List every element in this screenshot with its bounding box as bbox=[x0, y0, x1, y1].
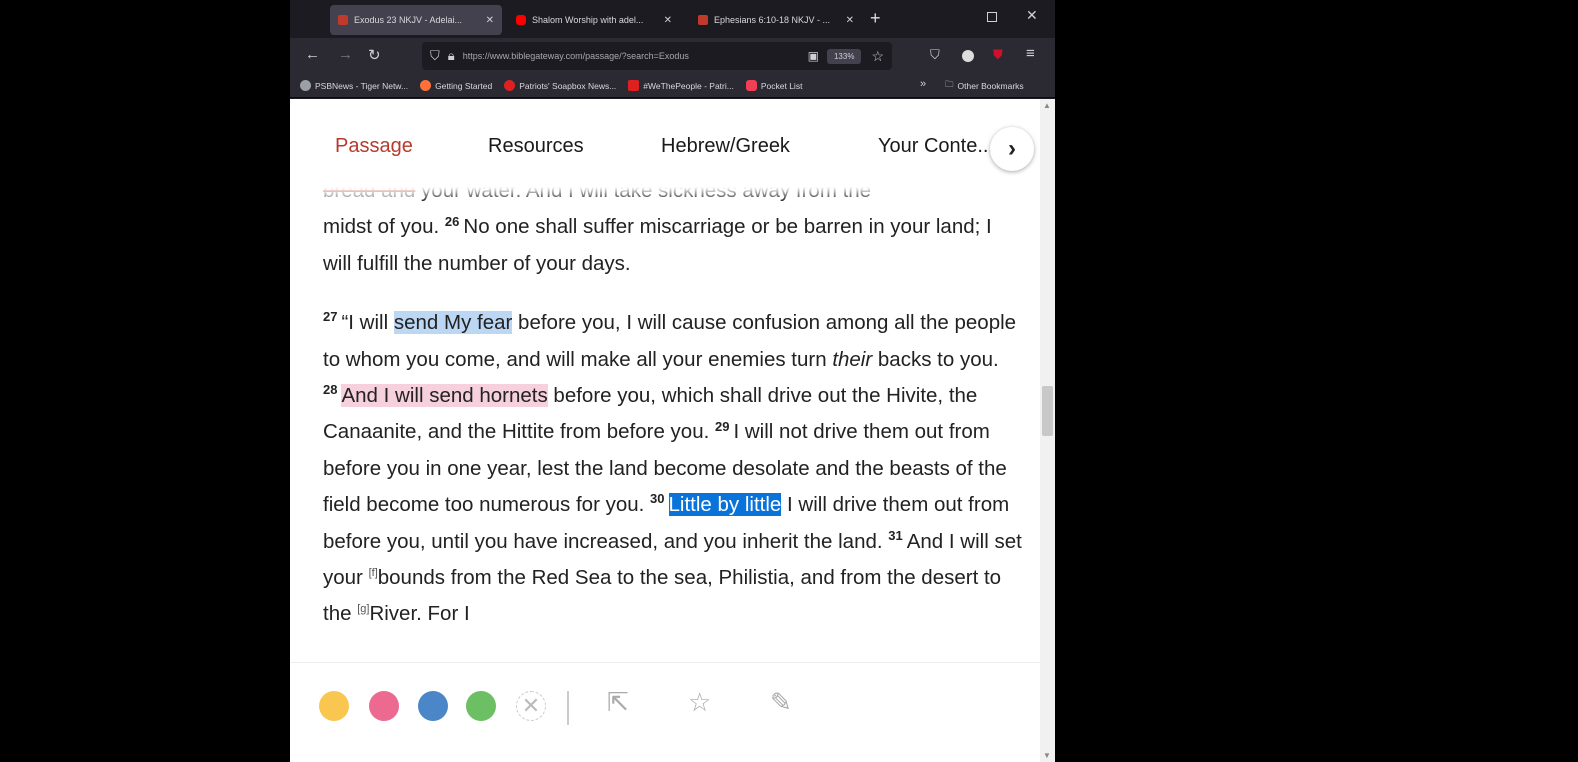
browser-tab-ephesians[interactable]: Ephesians 6:10-18 NKJV - ... ✕ bbox=[690, 5, 862, 35]
other-bookmarks-label: Other Bookmarks bbox=[957, 81, 1024, 91]
scrollbar-thumb[interactable] bbox=[1042, 386, 1053, 436]
bookmark-label: Pocket List bbox=[760, 80, 803, 91]
profile-avatar-icon[interactable] bbox=[962, 50, 974, 62]
close-tab-icon[interactable]: ✕ bbox=[846, 15, 854, 26]
tab-resources[interactable]: Resources bbox=[488, 135, 584, 158]
bookmarks-toolbar: PSBNews - Tiger Netw... Getting Started … bbox=[290, 74, 1055, 98]
italic-word: their bbox=[832, 347, 873, 371]
highlight-green-button[interactable] bbox=[466, 691, 496, 721]
paragraph: 27 “I will send My fear before you, I wil… bbox=[323, 305, 1023, 633]
tab-your-content[interactable]: Your Conte... bbox=[878, 135, 994, 158]
hamburger-menu-icon[interactable]: ≡ bbox=[1026, 45, 1035, 62]
back-button[interactable]: ← bbox=[305, 46, 320, 63]
tab-title: Exodus 23 NKJV - Adelai... bbox=[354, 15, 463, 25]
folder-icon: 🗀︎ bbox=[945, 79, 954, 89]
verse-text: backs to you. bbox=[872, 347, 999, 371]
bookmark-item[interactable]: Pocket List bbox=[745, 80, 803, 91]
verse-number[interactable]: 28 bbox=[323, 382, 337, 397]
bookmark-item[interactable]: #WeThePeople - Patri... bbox=[628, 80, 734, 91]
share-icon[interactable]: ⇱ bbox=[607, 687, 629, 718]
verse-text: River. For I bbox=[369, 602, 470, 626]
forward-button[interactable]: → bbox=[338, 46, 353, 63]
highlight-pink-button[interactable] bbox=[369, 691, 399, 721]
new-tab-button[interactable]: + bbox=[870, 8, 881, 29]
bookmark-favicon-icon bbox=[628, 80, 640, 91]
passage-subnav: Passage Resources Hebrew/Greek Your Cont… bbox=[290, 99, 1040, 187]
footnote-link[interactable]: [f] bbox=[369, 567, 378, 579]
tracking-protection-icon[interactable]: ⛉ bbox=[430, 48, 440, 64]
highlight-toolbar: ✕ ⇱ ☆ ✎ bbox=[290, 662, 1040, 762]
tab-title: Ephesians 6:10-18 NKJV - ... bbox=[714, 15, 831, 25]
bookmark-star-icon[interactable]: ☆ bbox=[871, 48, 884, 65]
blue-highlight[interactable]: send My fear bbox=[393, 311, 513, 335]
selected-text[interactable]: Little by little bbox=[668, 493, 782, 517]
bookmark-label: #WeThePeople - Patri... bbox=[643, 80, 734, 91]
verse-number[interactable]: 26 bbox=[445, 214, 459, 229]
tab-strip: Exodus 23 NKJV - Adelai... ✕ Shalom Wors… bbox=[290, 0, 1055, 38]
chevron-right-icon: › bbox=[1008, 135, 1016, 162]
clear-highlight-button[interactable]: ✕ bbox=[516, 691, 546, 721]
zoom-level-badge[interactable]: 133% bbox=[826, 48, 862, 64]
bookmark-item[interactable]: PSBNews - Tiger Netw... bbox=[300, 80, 408, 91]
footnote-link[interactable]: [g] bbox=[357, 604, 369, 616]
bookmark-label: PSBNews - Tiger Netw... bbox=[315, 80, 409, 91]
url-text[interactable]: https://www.biblegateway.com/passage/?se… bbox=[463, 51, 800, 61]
passage-text: bread and your water. And I will take si… bbox=[323, 173, 1023, 656]
web-page: Passage Resources Hebrew/Greek Your Cont… bbox=[290, 99, 1055, 762]
maximize-window-button[interactable] bbox=[987, 12, 997, 22]
bookmark-label: Getting Started bbox=[435, 80, 493, 91]
browser-window: Exodus 23 NKJV - Adelai... ✕ Shalom Wors… bbox=[290, 0, 1055, 762]
scroll-fade bbox=[290, 187, 1040, 201]
youtube-favicon-icon bbox=[516, 15, 526, 25]
bookmark-favicon-icon bbox=[504, 80, 516, 91]
toolbar-divider bbox=[567, 691, 569, 725]
tab-hebrew-greek[interactable]: Hebrew/Greek bbox=[661, 135, 790, 158]
star-icon[interactable]: ☆ bbox=[688, 687, 711, 718]
verse-number[interactable]: 30 bbox=[650, 491, 664, 506]
bookmark-favicon-icon bbox=[300, 80, 311, 91]
subnav-next-button[interactable]: › bbox=[990, 127, 1034, 171]
pink-highlight[interactable]: And I will send hornets bbox=[341, 384, 548, 408]
bookmarks-overflow-button[interactable]: » bbox=[920, 78, 926, 90]
close-tab-icon[interactable]: ✕ bbox=[664, 15, 672, 26]
scroll-down-arrow-icon[interactable]: ▼ bbox=[1043, 751, 1051, 760]
edit-note-icon[interactable]: ✎ bbox=[770, 687, 792, 718]
close-window-button[interactable]: ✕ bbox=[1026, 7, 1038, 24]
vertical-scrollbar[interactable]: ▲ ▼ bbox=[1040, 99, 1055, 762]
verse-text: “I will bbox=[341, 311, 394, 335]
tab-title: Shalom Worship with adel... bbox=[532, 15, 644, 25]
bible-gateway-favicon-icon bbox=[338, 15, 348, 25]
tab-passage[interactable]: Passage bbox=[335, 135, 413, 158]
ublock-extension-icon[interactable]: ⛊ bbox=[993, 47, 1003, 63]
other-bookmarks-folder[interactable]: 🗀︎ Other Bookmarks bbox=[945, 79, 1024, 93]
reload-button[interactable]: ↻ bbox=[368, 46, 381, 64]
close-tab-icon[interactable]: ✕ bbox=[486, 15, 494, 26]
pocket-favicon-icon bbox=[745, 80, 757, 91]
verse-text: midst of you. bbox=[323, 215, 445, 239]
verse-number[interactable]: 27 bbox=[323, 309, 337, 324]
firefox-favicon-icon bbox=[420, 80, 432, 91]
scroll-up-arrow-icon[interactable]: ▲ bbox=[1043, 101, 1051, 110]
pocket-icon[interactable]: ⛉ bbox=[930, 47, 940, 63]
bookmark-item[interactable]: Getting Started bbox=[420, 80, 492, 91]
reader-view-icon[interactable]: ▣ bbox=[808, 49, 819, 63]
bookmark-item[interactable]: Patriots' Soapbox News... bbox=[504, 80, 616, 91]
lock-icon[interactable]: 🔒︎ bbox=[448, 48, 455, 64]
verse-number[interactable]: 31 bbox=[888, 528, 902, 543]
bookmark-label: Patriots' Soapbox News... bbox=[519, 80, 617, 91]
bible-gateway-favicon-icon bbox=[698, 15, 708, 25]
navigation-toolbar: ← → ↻ ⛉ 🔒︎ https://www.biblegateway.com/… bbox=[290, 38, 1055, 74]
highlight-blue-button[interactable] bbox=[418, 691, 448, 721]
close-icon: ✕ bbox=[521, 693, 541, 718]
browser-tab-shalom[interactable]: Shalom Worship with adel... ✕ bbox=[508, 5, 680, 35]
browser-tab-exodus[interactable]: Exodus 23 NKJV - Adelai... ✕ bbox=[330, 5, 502, 35]
address-bar[interactable]: ⛉ 🔒︎ https://www.biblegateway.com/passag… bbox=[422, 42, 892, 70]
verse-number[interactable]: 29 bbox=[715, 419, 729, 434]
highlight-yellow-button[interactable] bbox=[319, 691, 349, 721]
